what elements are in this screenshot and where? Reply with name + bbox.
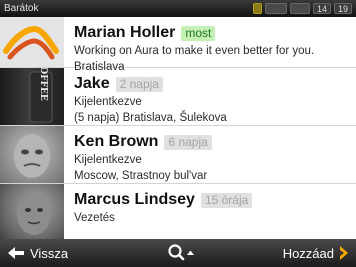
app-title: Barátok [4,3,39,14]
network-icon [264,3,287,14]
status-icons: 14 19 [252,3,352,14]
contact-info: Jake 2 napja Kijelentkezve (5 napja) Bra… [74,74,352,126]
status-box-1: 14 [312,3,331,14]
contact-status: Kijelentkezve [74,154,142,166]
last-seen-badge: most [181,25,216,41]
last-seen-badge: 6 napja [164,134,212,150]
contact-location: Moscow, Strastnoy bul'var [74,170,208,182]
contact-name: Ken Brown [74,133,159,150]
add-button[interactable]: Hozzáad [283,245,350,261]
signal-strength-icon [289,3,310,14]
back-arrow-icon [8,247,24,259]
contact-row[interactable]: Marian Holler most Working on Aura to ma… [0,17,356,73]
chevron-right-icon [340,246,348,260]
last-seen-badge: 2 napja [115,76,163,92]
aura-logo-avatar [0,17,64,67]
contact-row[interactable]: COFFEE Jake 2 napja Kijelentkezve (5 nap… [0,68,356,126]
status-bar: Barátok 14 19 [0,0,356,17]
status-box-2: 19 [333,3,352,14]
bottom-bar: Vissza Hozzáad [0,239,356,267]
contact-info: Marcus Lindsey 15 órája Vezetés [74,190,352,226]
avatar [0,184,64,239]
search-button[interactable] [164,244,196,262]
avatar-mug-letters: COFFEE [38,68,48,101]
contact-status: Vezetés [74,212,115,224]
add-label: Hozzáad [282,245,334,261]
back-button[interactable]: Vissza [6,245,68,261]
contact-name: Jake [74,75,110,92]
contact-status: Working on Aura to make it even better f… [74,45,315,57]
avatar: COFFEE [0,68,64,125]
notification-icon [252,3,262,14]
contact-name: Marcus Lindsey [74,191,195,208]
caret-up-icon [187,250,194,255]
contact-row[interactable]: Marcus Lindsey 15 órája Vezetés [0,184,356,239]
search-icon [168,244,194,261]
back-label: Vissza [30,245,69,261]
contact-row[interactable]: Ken Brown 6 napja Kijelentkezve Moscow, … [0,126,356,184]
avatar [0,126,64,183]
contact-name: Marian Holler [74,24,176,41]
friends-list[interactable]: Marian Holler most Working on Aura to ma… [0,17,356,239]
contact-info: Ken Brown 6 napja Kijelentkezve Moscow, … [74,132,352,184]
contact-location: (5 napja) Bratislava, Šulekova [74,112,227,124]
last-seen-badge: 15 órája [200,192,253,208]
contact-status: Kijelentkezve [74,96,142,108]
